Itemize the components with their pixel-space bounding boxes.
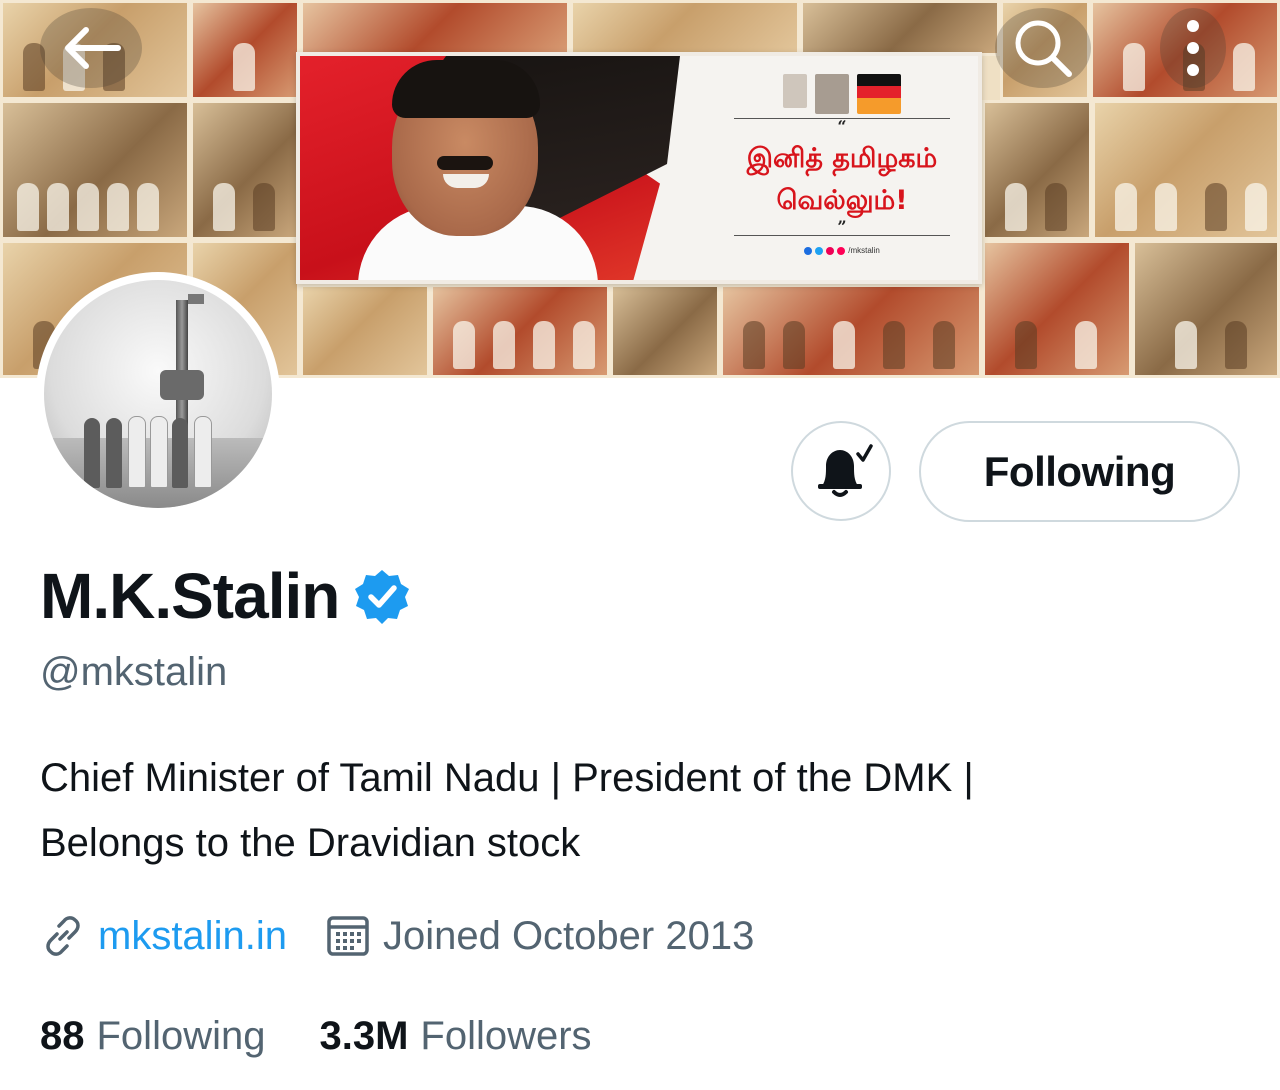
profile-stats: 88 Following 3.3M Followers [40,1008,646,1064]
profile-name-row: M.K.Stalin [40,560,411,632]
avatar-person [84,418,100,488]
banner-photo-tile [300,284,430,378]
banner-photo-tile [570,0,800,56]
banner-photo-tile [1132,240,1280,378]
banner-photo-tile [190,100,300,240]
portrait-mustache [437,156,493,170]
avatar-person [106,418,122,488]
followers-label: Followers [420,1013,592,1058]
more-vertical-icon [1187,20,1199,76]
facebook-icon [804,246,813,255]
profile-meta: mkstalin.in Joined October 2013 [40,908,792,964]
website-link[interactable]: mkstalin.in [98,914,287,959]
verified-badge-icon [355,570,410,624]
website-item: mkstalin.in [40,913,287,959]
banner-photo-tile [800,0,1000,56]
poster-handle-text: /mkstalin [848,246,880,255]
poster-social-handle: /mkstalin [710,246,974,255]
poster-headline-line1: இனித் தமிழகம் [746,143,938,174]
poster-leader-logos [710,74,974,118]
avatar-image [44,280,272,508]
poster-headline-line2: வெல்லும்! [776,185,908,216]
poster-open-quote: “ [837,117,847,136]
notifications-button[interactable] [791,421,891,521]
avatar-person [172,418,188,488]
banner-photo-tile [1092,100,1280,240]
portrait-hair [392,60,540,118]
twitter-icon [815,246,824,255]
banner-photo-tile [720,284,982,378]
poster-close-quote: ” [837,217,847,236]
joined-date: Joined October 2013 [382,913,755,958]
banner-photo-tile [982,100,1092,240]
banner-photo-tile [982,240,1132,378]
avatar-flag [188,294,204,304]
portrait-smile [443,174,489,188]
bio-line: Belongs to the Dravidian stock [40,821,581,865]
youtube-icon [837,246,846,255]
more-options-button[interactable] [1160,8,1226,88]
calendar-icon [327,916,369,956]
followers-stat[interactable]: 3.3M Followers [319,1014,591,1059]
banner-photo-tile [190,0,300,100]
leader-photo [783,74,807,108]
avatar-person [150,416,168,488]
banner-photo-tile [610,284,720,378]
followers-count: 3.3M [319,1013,409,1058]
banner-photo-tile [0,100,190,240]
display-name: M.K.Stalin [40,560,340,632]
following-label: Following [96,1013,266,1058]
banner-photo-tile [430,284,610,378]
poster-text-panel: “ இனித் தமிழகம் வெல்லும்! ” /mkstalin [710,68,974,278]
following-count: 88 [40,1013,85,1058]
avatar-flagpole-platform [160,370,204,400]
banner-poster: “ இனித் தமிழகம் வெல்லும்! ” /mkstalin [296,52,982,284]
arrow-left-icon [65,27,121,69]
avatar-person [128,416,146,488]
joined-item: Joined October 2013 [325,913,754,959]
leader-photo [815,74,849,114]
search-button[interactable] [995,8,1091,88]
following-button[interactable]: Following [919,421,1240,522]
profile-avatar[interactable] [36,272,280,516]
party-logo [857,74,901,114]
following-stat[interactable]: 88 Following [40,1014,265,1059]
bio-line: Chief Minister of Tamil Nadu | President… [40,756,974,800]
bell-check-icon [818,444,873,497]
back-button[interactable] [40,8,142,88]
link-icon [46,916,80,956]
username-handle: @mkstalin [40,650,228,694]
avatar-person [194,416,212,488]
search-icon [1015,20,1072,77]
profile-bio: Chief Minister of Tamil Nadu | President… [40,746,1240,876]
instagram-icon [826,246,835,255]
banner-photo-tile [300,0,570,56]
